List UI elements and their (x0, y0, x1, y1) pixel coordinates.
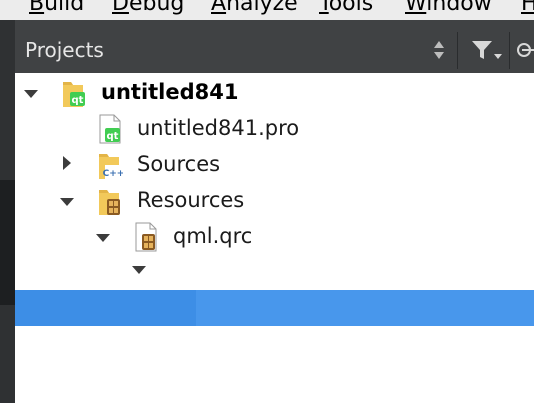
tree-row-selected[interactable] (15, 290, 534, 326)
tree-label-sources: Sources (137, 152, 221, 176)
expanded-arrow-icon[interactable] (23, 86, 39, 102)
cpp-folder-icon: C++ (99, 154, 123, 179)
qt-file-icon: qt (99, 114, 121, 144)
menu-build[interactable]: Build (29, 0, 84, 16)
resource-folder-icon (99, 190, 120, 215)
tree-row-qrc-file[interactable]: qml.qrc (15, 220, 534, 256)
tree-label-resources: Resources (137, 188, 245, 212)
filter-icon[interactable] (470, 38, 502, 62)
expanded-arrow-icon[interactable] (131, 262, 147, 278)
left-dock-dark-band (0, 180, 15, 305)
header-separator (457, 32, 458, 69)
tree-label-qrc-file: qml.qrc (173, 224, 253, 248)
menu-tools[interactable]: Tools (319, 0, 373, 16)
svg-text:qt: qt (72, 95, 84, 106)
menu-analyze[interactable]: Analyze (211, 0, 298, 16)
header-separator-2 (509, 32, 510, 69)
tree-row-project[interactable]: qt untitled841 (15, 76, 534, 112)
selection-highlight (196, 290, 534, 326)
menubar: Build Debug Analyze Tools Window H (0, 0, 534, 20)
qrc-file-icon (135, 222, 157, 252)
up-down-arrows-icon[interactable] (432, 38, 446, 62)
menu-help[interactable]: H (521, 0, 534, 16)
tree-row-sources[interactable]: C++ Sources (15, 148, 534, 184)
qt-project-folder-icon: qt (63, 82, 85, 107)
svg-text:C++: C++ (103, 169, 123, 179)
tree-label-pro-file: untitled841.pro (137, 116, 300, 140)
menu-window[interactable]: Window (405, 0, 492, 16)
tree-row-qrc-prefix[interactable] (15, 256, 534, 292)
menu-debug[interactable]: Debug (112, 0, 184, 16)
left-dock-strip (0, 20, 15, 403)
projects-panel-header: Projects (15, 28, 534, 73)
tree-row-resources[interactable]: Resources (15, 184, 534, 220)
tree-label-project: untitled841 (101, 80, 239, 104)
link-icon[interactable] (515, 38, 534, 62)
panel-title: Projects (25, 38, 104, 62)
tree-row-pro-file[interactable]: qt untitled841.pro (15, 112, 534, 148)
project-tree[interactable]: qt untitled841 qt untitled841.pro C++ So… (15, 73, 534, 403)
collapsed-arrow-icon[interactable] (59, 155, 75, 171)
svg-text:qt: qt (107, 131, 119, 142)
expanded-arrow-icon[interactable] (59, 194, 75, 210)
expanded-arrow-icon[interactable] (95, 230, 111, 246)
